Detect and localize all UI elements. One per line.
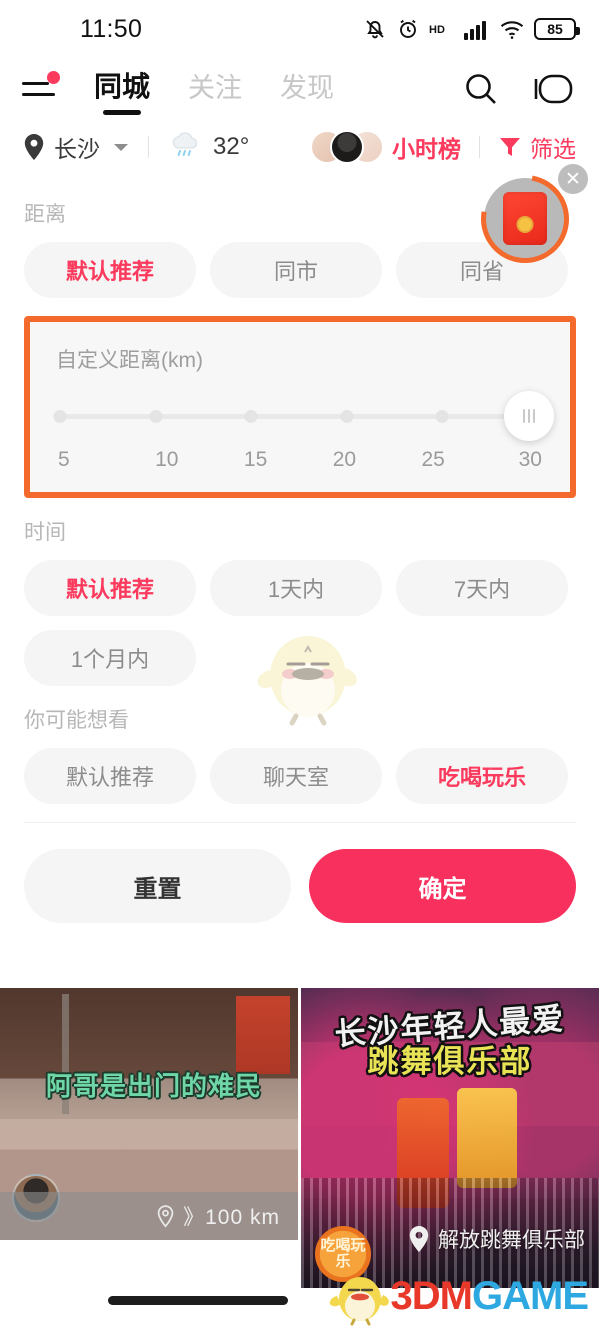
slider-handle[interactable]: [504, 391, 554, 441]
reset-button[interactable]: 重置: [24, 849, 291, 923]
tab-faxian[interactable]: 发现: [280, 66, 334, 113]
divider: [479, 136, 480, 158]
interests-chip-group: 默认推荐 聊天室 吃喝玩乐: [24, 748, 576, 804]
slider-tick-label: 5: [58, 448, 70, 471]
video-meta-bar: 》100 km: [0, 1192, 298, 1240]
custom-distance-card: 自定义距离(km) 5 10 15 20 25 30: [30, 322, 570, 492]
search-icon[interactable]: [462, 70, 500, 108]
divider: [148, 136, 149, 158]
top-nav-actions: [462, 70, 578, 108]
home-indicator: [108, 1296, 288, 1305]
distance-slider[interactable]: [53, 391, 554, 441]
time-chip-1day[interactable]: 1天内: [210, 560, 382, 616]
time-chip-default[interactable]: 默认推荐: [24, 560, 196, 616]
time-chip-7day[interactable]: 7天内: [396, 560, 568, 616]
battery-level: 85: [547, 21, 563, 37]
slider-tick-labels: 5 10 15 20 25 30: [56, 448, 544, 472]
interest-chip-food-fun[interactable]: 吃喝玩乐: [396, 748, 568, 804]
video-distance: 》100 km: [183, 1206, 280, 1229]
signal-bars-icon: [464, 21, 486, 40]
time-chip-group: 默认推荐 1天内 7天内 1个月内: [24, 560, 576, 686]
decor: [457, 1088, 517, 1188]
slider-tick: [244, 410, 258, 423]
time-chip-1month[interactable]: 1个月内: [24, 630, 196, 686]
tab-guanzhu[interactable]: 关注: [188, 66, 242, 113]
svg-text:HD: HD: [429, 24, 445, 36]
wifi-icon: [500, 21, 524, 39]
status-time: 11:50: [80, 14, 143, 43]
live-video-icon[interactable]: [528, 72, 574, 106]
location-pin-icon: [157, 1204, 174, 1228]
watermark-brand-first: 3DM: [390, 1273, 473, 1318]
video-card[interactable]: 阿哥是出门的难民 》100 km: [0, 988, 298, 1240]
distance-chip-same-city[interactable]: 同市: [210, 242, 382, 298]
interest-chip-default[interactable]: 默认推荐: [24, 748, 196, 804]
coin-icon: [516, 216, 534, 233]
cloud-rain-icon: [172, 132, 198, 156]
status-bar: 11:50 HD 85: [0, 0, 600, 58]
watermark-brand: 3DMGAME: [390, 1273, 589, 1319]
duck-mascot-icon: [329, 1277, 389, 1326]
filter-link[interactable]: 筛选: [530, 130, 576, 164]
mute-bell-icon: [366, 20, 384, 39]
tab-tongcheng[interactable]: 同城: [94, 65, 150, 113]
watermark-brand-second: GAME: [472, 1273, 589, 1318]
battery-icon: 85: [534, 18, 580, 40]
video-title: 阿哥是出门的难民: [45, 1071, 262, 1101]
funnel-filter-icon[interactable]: [498, 135, 522, 159]
custom-distance-label: 自定义距离(km): [56, 349, 203, 372]
location-bar: 长沙 32° 小时榜 筛选: [0, 120, 600, 174]
interests-section-title: 你可能想看: [24, 709, 129, 732]
filter-panel: 距离 默认推荐 同市 同省 自定义距离(km) 5 10 15 20 25 30…: [0, 174, 600, 804]
slider-tick: [435, 410, 449, 423]
video-card[interactable]: 长沙年轻人最爱 跳舞俱乐部 解放跳舞俱乐部 吃喝玩乐: [301, 988, 599, 1288]
hour-rank-link[interactable]: 小时榜: [392, 130, 461, 164]
slider-track: [60, 414, 538, 419]
red-envelope-icon: [503, 192, 547, 245]
video-location-label: 解放跳舞俱乐部: [438, 1229, 585, 1252]
video-location[interactable]: 解放跳舞俱乐部: [408, 1224, 585, 1254]
video-title: 长沙年轻人最爱 跳舞俱乐部: [307, 1001, 593, 1079]
slider-tick: [149, 410, 163, 423]
filter-actions: 重置 确定: [0, 823, 600, 945]
slider-tick-label: 20: [332, 448, 357, 471]
red-envelope-widget[interactable]: ✕: [463, 157, 588, 281]
time-section-title: 时间: [24, 521, 66, 544]
hamburger-menu-icon[interactable]: [22, 71, 62, 104]
rank-avatars[interactable]: [310, 130, 384, 164]
confirm-button[interactable]: 确定: [309, 849, 576, 923]
slider-tick-label: 25: [421, 448, 445, 471]
alarm-clock-icon: [400, 19, 416, 38]
slider-tick-label: 30: [518, 448, 542, 471]
app-root: 11:50 HD 85 同城 关注 发现 长沙 32° 小时榜 筛选 ✕ 距离 …: [0, 0, 600, 1333]
distance-chip-default[interactable]: 默认推荐: [24, 242, 196, 298]
status-icons: HD 85: [363, 17, 580, 41]
interest-chip-chatroom[interactable]: 聊天室: [210, 748, 382, 804]
custom-distance-highlight: 自定义距离(km) 5 10 15 20 25 30: [24, 316, 576, 498]
slider-tick: [340, 410, 354, 423]
location-bar-actions: 小时榜 筛选: [310, 130, 576, 164]
avatar: [330, 130, 364, 164]
menu-badge-dot: [47, 71, 60, 84]
tab-bar: 同城 关注 发现: [94, 65, 334, 113]
decor: [236, 996, 290, 1074]
top-navigation: 同城 关注 发现: [0, 58, 600, 120]
slider-tick-label: 15: [243, 448, 268, 471]
slider-tick-label: 10: [155, 448, 179, 471]
site-watermark: 3DMGAME: [329, 1265, 589, 1327]
location-pin-icon: [409, 1226, 429, 1252]
hd-icon: HD: [429, 24, 445, 36]
close-icon[interactable]: ✕: [558, 164, 588, 194]
chevron-down-icon[interactable]: [114, 143, 128, 151]
slider-tick: [53, 410, 67, 423]
city-name[interactable]: 长沙: [54, 130, 100, 164]
temperature: 32°: [213, 133, 250, 160]
location-pin-icon: [24, 134, 44, 160]
